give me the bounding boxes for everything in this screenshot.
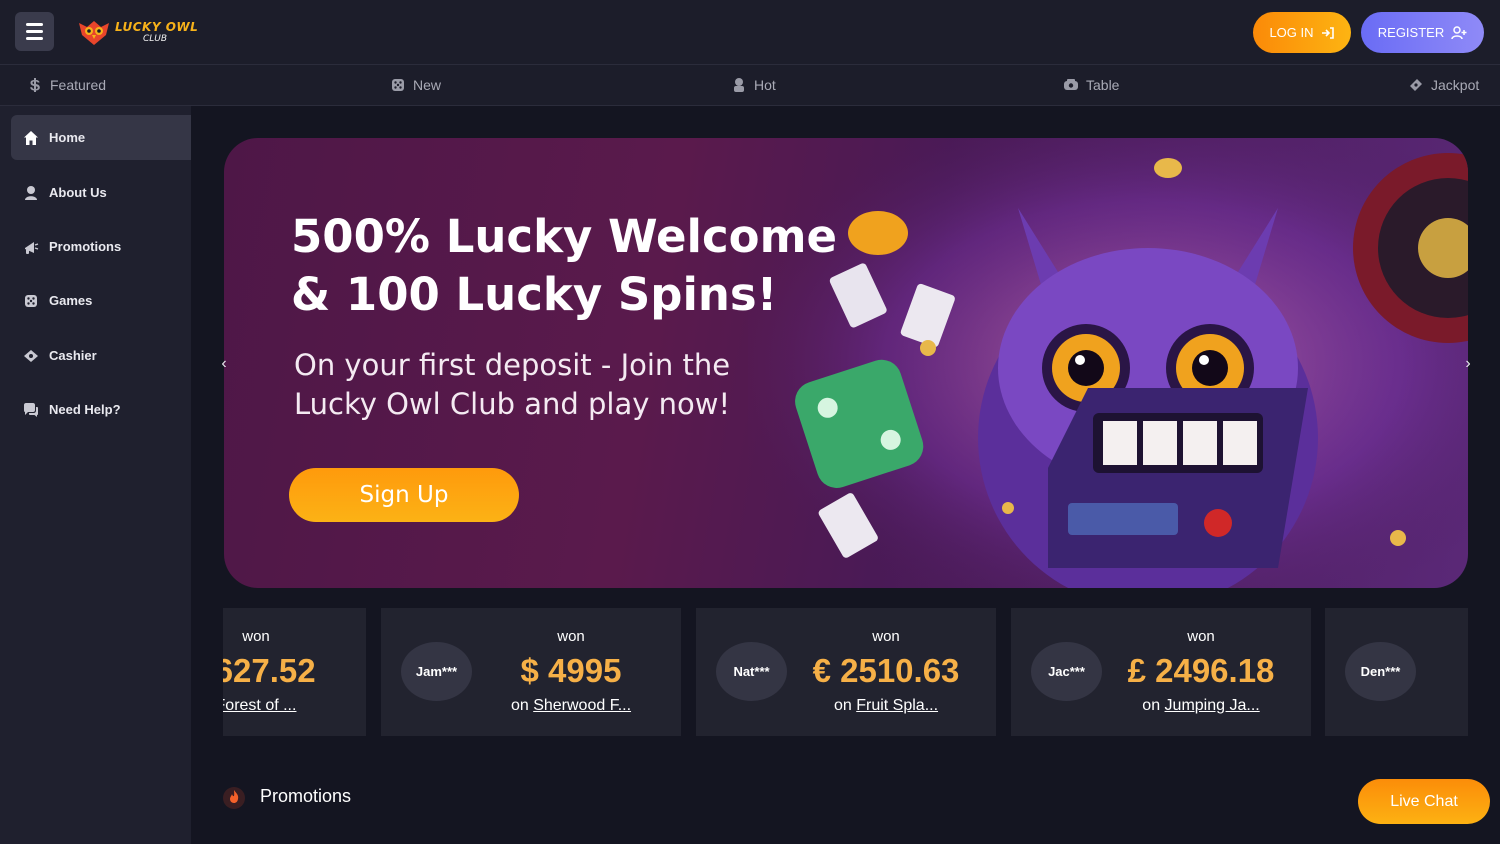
chips-icon	[1064, 79, 1078, 90]
winner-amount: € 2510.63	[812, 652, 960, 689]
winner-avatar: Jac***	[1031, 642, 1102, 701]
sidebar-item-need-help[interactable]: Need Help?	[11, 387, 191, 432]
winner-won-label: won	[242, 628, 270, 645]
winner-card[interactable]: Jac*** won £ 2496.18 on Jumping Ja...	[1011, 608, 1311, 736]
winner-game-link[interactable]: Forest of ...	[223, 697, 296, 714]
sidebar-item-label: Games	[49, 293, 93, 308]
sidebar-item-label: Cashier	[49, 348, 97, 363]
user-icon	[25, 185, 37, 200]
winner-game-link[interactable]: Fruit Spla...	[856, 697, 938, 714]
logo-main-text: LUCKY OWL	[115, 19, 199, 34]
winner-info: won $ 4995 on Sherwood F...	[481, 608, 661, 736]
winner-info: won $627.52 Forest of ...	[223, 608, 346, 736]
category-jackpot[interactable]: Jackpot	[1408, 65, 1479, 105]
menu-line	[26, 30, 43, 33]
home-icon	[24, 130, 38, 145]
winner-amount: $	[1425, 652, 1468, 690]
sidebar-item-games[interactable]: Games	[11, 278, 191, 323]
sidebar: Home About Us Promotions Games Cashier N…	[0, 106, 191, 844]
add-user-icon	[1451, 25, 1467, 39]
winner-game-link[interactable]: Sherwood F...	[533, 697, 631, 714]
hero-title: 500% Lucky Welcome & 100 Lucky Spins!	[291, 210, 837, 321]
winner-won-label: won	[1187, 628, 1215, 645]
sidebar-item-about-us[interactable]: About Us	[11, 170, 191, 215]
sidebar-item-label: About Us	[49, 185, 107, 200]
menu-line	[26, 37, 43, 40]
promotions-section-header: Promotions	[222, 782, 351, 810]
category-label: Featured	[50, 77, 107, 93]
category-nav: Featured New Hot Table Jackpot	[0, 65, 1500, 106]
winner-amount: $ 4995	[520, 652, 622, 689]
winner-info: won € 2510.63 on Fruit Spla...	[796, 608, 976, 736]
recent-winners-ticker: won $627.52 Forest of ... Jam*** won $ 4…	[223, 608, 1468, 736]
sidebar-item-label: Need Help?	[49, 402, 121, 417]
owl-slot-machine-illustration	[748, 138, 1468, 588]
winner-game: on Fruit Spla...	[796, 697, 976, 715]
category-label: Hot	[754, 77, 776, 93]
sidebar-item-home[interactable]: Home	[11, 115, 191, 160]
winner-amount: £ 2496.18	[1127, 652, 1275, 689]
dice-icon	[25, 294, 37, 307]
winner-info: won £ 2496.18 on Jumping Ja...	[1111, 608, 1291, 736]
winner-avatar: Nat***	[716, 642, 787, 701]
category-table[interactable]: Table	[1063, 65, 1119, 105]
category-label: Table	[1086, 77, 1120, 93]
megaphone-icon	[25, 241, 39, 254]
winner-game: on	[1425, 697, 1468, 715]
register-button[interactable]: REGISTER	[1361, 12, 1484, 53]
sidebar-item-label: Promotions	[49, 239, 122, 254]
winner-amount: $627.52	[223, 652, 316, 689]
winner-won-label: won	[557, 628, 585, 645]
register-label: REGISTER	[1377, 25, 1445, 40]
winner-won-label: won	[872, 628, 900, 645]
hero-subtitle: On your first deposit - Join the Lucky O…	[294, 348, 731, 421]
live-chat-button[interactable]: Live Chat	[1358, 779, 1490, 824]
category-featured[interactable]: Featured	[27, 65, 106, 105]
hero-banner[interactable]: 500% Lucky Welcome & 100 Lucky Spins! On…	[224, 138, 1468, 588]
category-label: New	[413, 77, 442, 93]
fire-icon	[223, 787, 245, 809]
top-header: LUCKY OWL CLUB LOG IN REGISTER	[0, 0, 1500, 65]
hamburger-menu-button[interactable]	[15, 12, 54, 51]
category-label: Jackpot	[1431, 77, 1480, 93]
sidebar-item-cashier[interactable]: Cashier	[11, 333, 191, 378]
winner-card[interactable]: Den*** $ on	[1325, 608, 1468, 736]
winner-avatar: Den***	[1345, 642, 1416, 701]
site-logo[interactable]: LUCKY OWL CLUB	[77, 14, 198, 50]
menu-line	[26, 23, 43, 26]
owl-logo-icon	[79, 21, 109, 45]
winner-on-label: on	[1142, 697, 1161, 714]
sidebar-item-promotions[interactable]: Promotions	[11, 224, 191, 269]
winner-card[interactable]: won $627.52 Forest of ...	[223, 608, 366, 736]
winner-game-link[interactable]: Jumping Ja...	[1165, 697, 1260, 714]
category-hot[interactable]: Hot	[731, 65, 776, 105]
winner-card[interactable]: Nat*** won € 2510.63 on Fruit Spla...	[696, 608, 996, 736]
sidebar-item-label: Home	[49, 130, 86, 145]
winner-on-label: on	[833, 697, 852, 714]
hero-prev-arrow[interactable]: ‹	[218, 354, 230, 374]
dollar-icon	[30, 78, 40, 92]
slot-icon	[734, 78, 744, 92]
winner-on-label: on	[510, 697, 529, 714]
login-button[interactable]: LOG IN	[1253, 12, 1351, 53]
logo-wordmark: LUCKY OWL CLUB	[115, 21, 198, 44]
winner-avatar: Jam***	[401, 642, 472, 701]
winner-game: Forest of ...	[223, 697, 346, 715]
sign-up-button[interactable]: Sign Up	[289, 468, 519, 522]
wallet-icon	[24, 349, 38, 362]
winner-game: on Jumping Ja...	[1111, 697, 1291, 715]
logo-sub-text: CLUB	[143, 33, 168, 44]
promotions-title: Promotions	[260, 785, 352, 806]
coins-icon	[1410, 79, 1422, 91]
hero-next-arrow[interactable]: ›	[1462, 354, 1474, 374]
dice-icon	[392, 79, 404, 91]
category-new[interactable]: New	[390, 65, 441, 105]
winner-game: on Sherwood F...	[481, 697, 661, 715]
winner-info: $ on	[1425, 608, 1468, 736]
login-arrow-icon	[1321, 26, 1334, 39]
login-label: LOG IN	[1269, 25, 1314, 40]
help-icon	[24, 402, 38, 417]
winner-card[interactable]: Jam*** won $ 4995 on Sherwood F...	[381, 608, 681, 736]
